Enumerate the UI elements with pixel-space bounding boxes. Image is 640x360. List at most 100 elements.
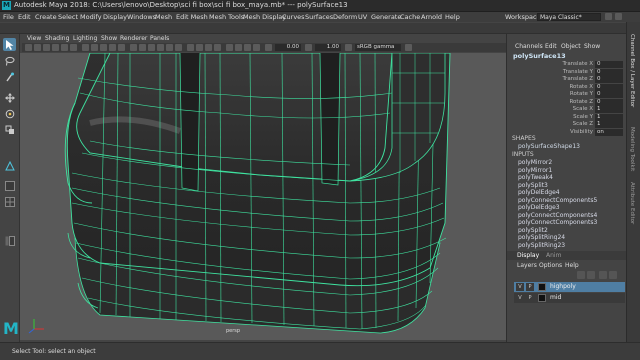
input-node[interactable]: polyDelEdge3 [518, 204, 560, 212]
menu-edit[interactable]: Edit [18, 12, 31, 22]
gamma-icon[interactable] [305, 44, 312, 51]
rotate-tool-icon[interactable] [3, 107, 16, 120]
workspace-dropdown[interactable]: Maya Classic* [537, 13, 601, 21]
menu-uv[interactable]: UV [358, 12, 367, 22]
attribute-row[interactable]: Scale X1 [507, 106, 627, 114]
layers-menu-layers[interactable]: Layers [517, 261, 537, 270]
layer-color-swatch[interactable] [538, 283, 546, 291]
workspace-lock-icon[interactable] [605, 13, 612, 20]
menu-mesh-tools[interactable]: Mesh Tools [209, 12, 244, 22]
input-node[interactable]: polyConnectComponents4 [518, 212, 597, 220]
grid-icon[interactable] [82, 44, 89, 51]
attribute-value[interactable]: 1 [595, 106, 623, 113]
input-node[interactable]: polyDelEdge4 [518, 189, 560, 197]
playback-toggle[interactable]: P [526, 283, 534, 291]
attribute-row[interactable]: Translate Z0 [507, 76, 627, 84]
screen-space-ao-icon[interactable] [187, 44, 194, 51]
tab-attribute-editor[interactable]: Attribute Editor [629, 182, 635, 224]
layers-menu-help[interactable]: Help [565, 261, 579, 270]
attribute-value[interactable]: on [595, 128, 623, 136]
grease-pencil-icon[interactable] [70, 44, 77, 51]
isolate-select-icon[interactable] [226, 44, 233, 51]
workspace-menu-icon[interactable] [615, 13, 622, 20]
menu-windows[interactable]: Windows [127, 12, 156, 22]
gamma-field[interactable]: 1.00 [315, 44, 341, 51]
tab-edit[interactable]: Edit [545, 42, 557, 51]
menu-edit-mesh[interactable]: Edit Mesh [176, 12, 208, 22]
xray-joints-icon[interactable] [244, 44, 251, 51]
move-tool-icon[interactable] [3, 91, 16, 104]
input-node[interactable]: polySplit3 [518, 182, 548, 190]
tab-modeling-toolkit[interactable]: Modeling Toolkit [629, 127, 635, 171]
camera-attributes-icon[interactable] [34, 44, 41, 51]
tab-anim-layers[interactable]: Anim [546, 251, 561, 260]
gate-mask-icon[interactable] [109, 44, 116, 51]
move-layer-up-icon[interactable] [577, 271, 585, 279]
view-transform-dropdown[interactable]: sRGB gamma [355, 44, 401, 51]
wireframe-icon[interactable] [130, 44, 137, 51]
new-layer-from-selection-icon[interactable] [609, 271, 617, 279]
attribute-row[interactable]: Scale Z1 [507, 121, 627, 129]
attribute-row[interactable]: Translate Y0 [507, 68, 627, 77]
input-node[interactable]: polySplitRing23 [518, 242, 565, 250]
shadows-icon[interactable] [175, 44, 182, 51]
depth-of-field-icon[interactable] [214, 44, 221, 51]
menu-arnold[interactable]: Arnold [421, 12, 442, 22]
input-node[interactable]: polyTweak4 [518, 174, 553, 182]
viewport-menu-show[interactable]: Show [101, 34, 117, 43]
smooth-shade-icon[interactable] [139, 44, 146, 51]
attribute-value[interactable]: 0 [595, 83, 623, 91]
move-layer-down-icon[interactable] [587, 271, 595, 279]
layer-row-highpoly[interactable]: V P highpoly [514, 282, 625, 292]
use-all-lights-icon[interactable] [166, 44, 173, 51]
input-node[interactable]: polySplitRing24 [518, 234, 565, 242]
menu-file[interactable]: File [3, 12, 14, 22]
image-plane-icon[interactable] [52, 44, 59, 51]
visibility-toggle[interactable]: V [516, 283, 524, 291]
two-d-pan-zoom-icon[interactable] [61, 44, 68, 51]
select-tool-icon[interactable] [3, 38, 16, 51]
tab-show[interactable]: Show [584, 42, 600, 51]
perspective-viewport[interactable] [20, 53, 506, 340]
four-view-layout-icon[interactable] [3, 195, 16, 208]
tab-channel-box-layer-editor[interactable]: Channel Box / Layer Editor [629, 34, 635, 107]
xray-components-icon[interactable] [253, 44, 260, 51]
playback-toggle[interactable]: P [526, 294, 534, 302]
shaded-wireframe-icon[interactable] [148, 44, 155, 51]
input-node[interactable]: polyMirror1 [518, 167, 552, 175]
exposure-icon[interactable] [265, 44, 272, 51]
shape-node[interactable]: polySurfaceShape13 [518, 143, 580, 151]
xray-icon[interactable] [235, 44, 242, 51]
menu-surfaces[interactable]: Surfaces [305, 12, 333, 22]
selected-object-name[interactable]: polySurface13 [513, 52, 566, 61]
attribute-row[interactable]: Rotate Y0 [507, 91, 627, 99]
scale-tool-icon[interactable] [3, 123, 16, 136]
last-tool-icon[interactable] [3, 159, 16, 172]
textured-icon[interactable] [157, 44, 164, 51]
menu-deform[interactable]: Deform [333, 12, 357, 22]
attribute-row[interactable]: Translate X0 [507, 61, 627, 69]
motion-blur-icon[interactable] [196, 44, 203, 51]
menu-generate[interactable]: Generate [371, 12, 401, 22]
viewport-menu-renderer[interactable]: Renderer [120, 34, 147, 43]
input-node[interactable]: polySplit2 [518, 227, 548, 235]
menu-select[interactable]: Select [58, 12, 78, 22]
outliner-layout-icon[interactable] [3, 234, 16, 247]
tab-object[interactable]: Object [561, 42, 581, 51]
viewport-menu-view[interactable]: View [27, 34, 41, 43]
attribute-row[interactable]: Rotate X0 [507, 83, 627, 92]
input-node[interactable]: polyConnectComponents5 [518, 197, 597, 205]
menu-help[interactable]: Help [445, 12, 460, 22]
visibility-toggle[interactable]: V [516, 294, 524, 302]
film-gate-icon[interactable] [91, 44, 98, 51]
menu-cache[interactable]: Cache [400, 12, 420, 22]
attribute-value[interactable]: 0 [595, 91, 623, 98]
attribute-value[interactable]: 0 [595, 98, 623, 106]
bookmark-icon[interactable] [43, 44, 50, 51]
viewport-menu-shading[interactable]: Shading [45, 34, 69, 43]
layer-color-swatch[interactable] [538, 294, 546, 302]
lasso-tool-icon[interactable] [3, 54, 16, 67]
single-perspective-layout-icon[interactable] [3, 179, 16, 192]
color-management-icon[interactable] [345, 44, 352, 51]
input-node[interactable]: polyConnectComponents3 [518, 219, 597, 227]
